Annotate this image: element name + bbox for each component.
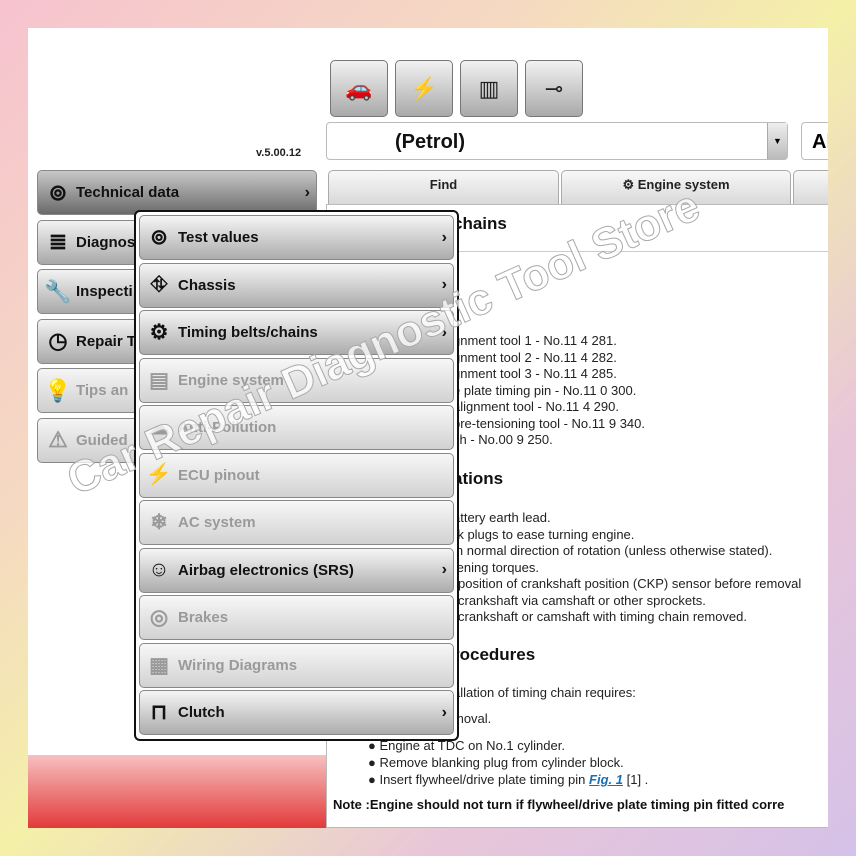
- chevron-right-icon: ›: [441, 276, 447, 293]
- sidebar-icon: ⊚: [48, 179, 68, 205]
- sidebar-item-label: Repair T: [76, 332, 137, 350]
- second-select-value: Al: [812, 131, 828, 153]
- menu-item-icon: ☁: [148, 416, 170, 439]
- precaution-item: rk plugs to ease turning engine.: [453, 526, 635, 542]
- menu-item-icon: ⚡: [145, 463, 173, 486]
- sidebar-item-label: Tips an: [76, 382, 129, 399]
- vehicles-icon: 🚗: [345, 75, 373, 101]
- menu-item-label: Chassis: [178, 276, 236, 294]
- precaution-item: attery earth lead.: [453, 510, 551, 525]
- battery-icon: ▥: [478, 75, 500, 101]
- tool-item: gnment tool 1 - No.11 4 281.: [453, 333, 617, 348]
- engine-icon: ⚙: [622, 177, 635, 192]
- menu-item-icon: ⛗: [150, 273, 168, 296]
- precaution-item: in normal direction of rotation (unless …: [453, 543, 773, 558]
- precautions-heading: ations: [453, 469, 504, 488]
- bullet-text: Insert flywheel/drive plate timing pin: [379, 772, 586, 787]
- chevron-right-icon: ›: [304, 183, 310, 201]
- menu-item: ❄ AC system: [139, 500, 454, 545]
- tab-label: Engine system: [637, 177, 730, 192]
- menu-item-label: AC system: [178, 514, 256, 531]
- version-label: v.5.00.12: [256, 147, 302, 159]
- sidebar-icon: 🔧: [44, 278, 72, 304]
- menu-item[interactable]: ⚙ Timing belts/chains ›: [139, 310, 454, 355]
- tool-item: ch - No.00 9 250.: [453, 432, 553, 447]
- menu-item-label: ECU pinout: [178, 466, 260, 484]
- precaution-item: tening torques.: [453, 559, 540, 575]
- procedure-text: allation of timing chain requires:: [453, 685, 636, 700]
- sidebar-icon: ≣: [48, 229, 68, 254]
- sidebar-item-label: Diagnos: [76, 233, 136, 251]
- note-text: Note :Engine should not turn if flywheel…: [333, 797, 785, 812]
- sidebar-icon: ⚠: [48, 427, 68, 452]
- sidebar-item-label: Technical data: [76, 184, 180, 201]
- menu-item: ◎ Brakes: [139, 595, 454, 640]
- connector-icon: ⊸: [544, 75, 564, 101]
- menu-item-icon: ◎: [149, 606, 169, 629]
- menu-item-label: Timing belts/chains: [178, 324, 318, 341]
- chevron-right-icon: ›: [441, 561, 447, 578]
- menu-item[interactable]: ☺ Airbag electronics (SRS) ›: [139, 547, 454, 593]
- menu-item-icon: ⊓: [150, 701, 168, 724]
- menu-item-label: Anti-Pollution: [178, 419, 277, 436]
- menu-item-label: Engine system: [178, 371, 284, 389]
- toolbar-button[interactable]: 🚗: [330, 60, 388, 117]
- precaution-item: position of crankshaft position (CKP) se…: [458, 576, 802, 591]
- menu-item-icon: ▤: [149, 368, 169, 392]
- tab-label: Find: [429, 177, 458, 192]
- technical-data-submenu: ⊚ Test values › ⛗ Chassis › ⚙ Timing belts/chai…: [134, 210, 459, 741]
- tab-more[interactable]: [793, 170, 828, 206]
- toolbar-button[interactable]: ⊸: [525, 60, 583, 117]
- tool-item: alignment tool - No.11 4 290.: [453, 399, 619, 414]
- fig-ref: [1] .: [622, 772, 649, 787]
- bullet-text: Remove blanking plug from cylinder block…: [379, 755, 624, 770]
- tool-item: gnment tool 2 - No.11 4 282.: [453, 349, 617, 365]
- chevron-right-icon: ›: [441, 228, 447, 246]
- chevron-right-icon: ›: [441, 323, 447, 341]
- menu-item: ☁ Anti-Pollution: [139, 405, 454, 450]
- sidebar-item-label: Inspecti: [76, 283, 133, 300]
- menu-item-label: Airbag electronics (SRS): [178, 561, 354, 579]
- menu-item-label: Clutch: [178, 704, 225, 721]
- precaution-item: crankshaft or camshaft with timing chain…: [458, 609, 748, 624]
- menu-item-icon: ▦: [149, 653, 169, 677]
- tab-find[interactable]: Find: [328, 170, 559, 206]
- tab-engine-system[interactable]: ⚙ Engine system: [561, 170, 791, 206]
- menu-item-icon: ⚙: [149, 321, 169, 344]
- menu-item-label: Wiring Diagrams: [178, 656, 298, 674]
- second-select[interactable]: Al: [801, 122, 828, 160]
- sidebar-item[interactable]: ⊚ Technical data ›: [37, 170, 317, 215]
- content-title: chains: [453, 214, 507, 233]
- vehicle-select-value: (Petrol): [395, 131, 465, 153]
- menu-item[interactable]: ⊚ Test values ›: [139, 215, 454, 260]
- bullet-item: ● Remove blanking plug from cylinder blo…: [368, 755, 624, 770]
- menu-item: ▦ Wiring Diagrams: [139, 642, 454, 688]
- fig-1-link[interactable]: Fig. 1: [589, 772, 623, 787]
- footer-bar: [28, 755, 326, 828]
- sidebar-icon: ◷: [48, 328, 68, 353]
- tool-item: gnment tool 3 - No.11 4 285.: [453, 366, 617, 381]
- menu-item: ▤ Engine system: [139, 357, 454, 403]
- menu-item-icon: ❄: [150, 511, 168, 534]
- sidebar-icon: 💡: [44, 377, 72, 403]
- procedures-heading: rocedures: [453, 645, 536, 664]
- bullet-item: ● Insert flywheel/drive plate timing pin…: [368, 772, 649, 787]
- menu-item[interactable]: ⛗ Chassis ›: [139, 262, 454, 308]
- chevron-down-icon[interactable]: ▼: [767, 123, 787, 159]
- engine-electric-icon: ⚡: [410, 75, 438, 101]
- precaution-item: crankshaft via camshaft or other sprocke…: [458, 592, 706, 608]
- tool-item: pre-tensioning tool - No.11 9 340.: [453, 415, 645, 431]
- chevron-right-icon: ›: [441, 703, 447, 721]
- tool-item: e plate timing pin - No.11 0 300.: [453, 382, 637, 398]
- menu-item-label: Test values: [178, 229, 259, 246]
- menu-item-label: Brakes: [178, 609, 229, 626]
- toolbar-button[interactable]: ⚡: [395, 60, 453, 117]
- vehicle-select[interactable]: (Petrol) ▼: [326, 122, 788, 160]
- menu-item-icon: ☺: [148, 558, 170, 581]
- menu-item: ⚡ ECU pinout: [139, 452, 454, 498]
- toolbar-button[interactable]: ▥: [460, 60, 518, 117]
- menu-item[interactable]: ⊓ Clutch ›: [139, 690, 454, 735]
- menu-item-icon: ⊚: [150, 226, 168, 249]
- sidebar-item-label: Guided: [76, 431, 128, 449]
